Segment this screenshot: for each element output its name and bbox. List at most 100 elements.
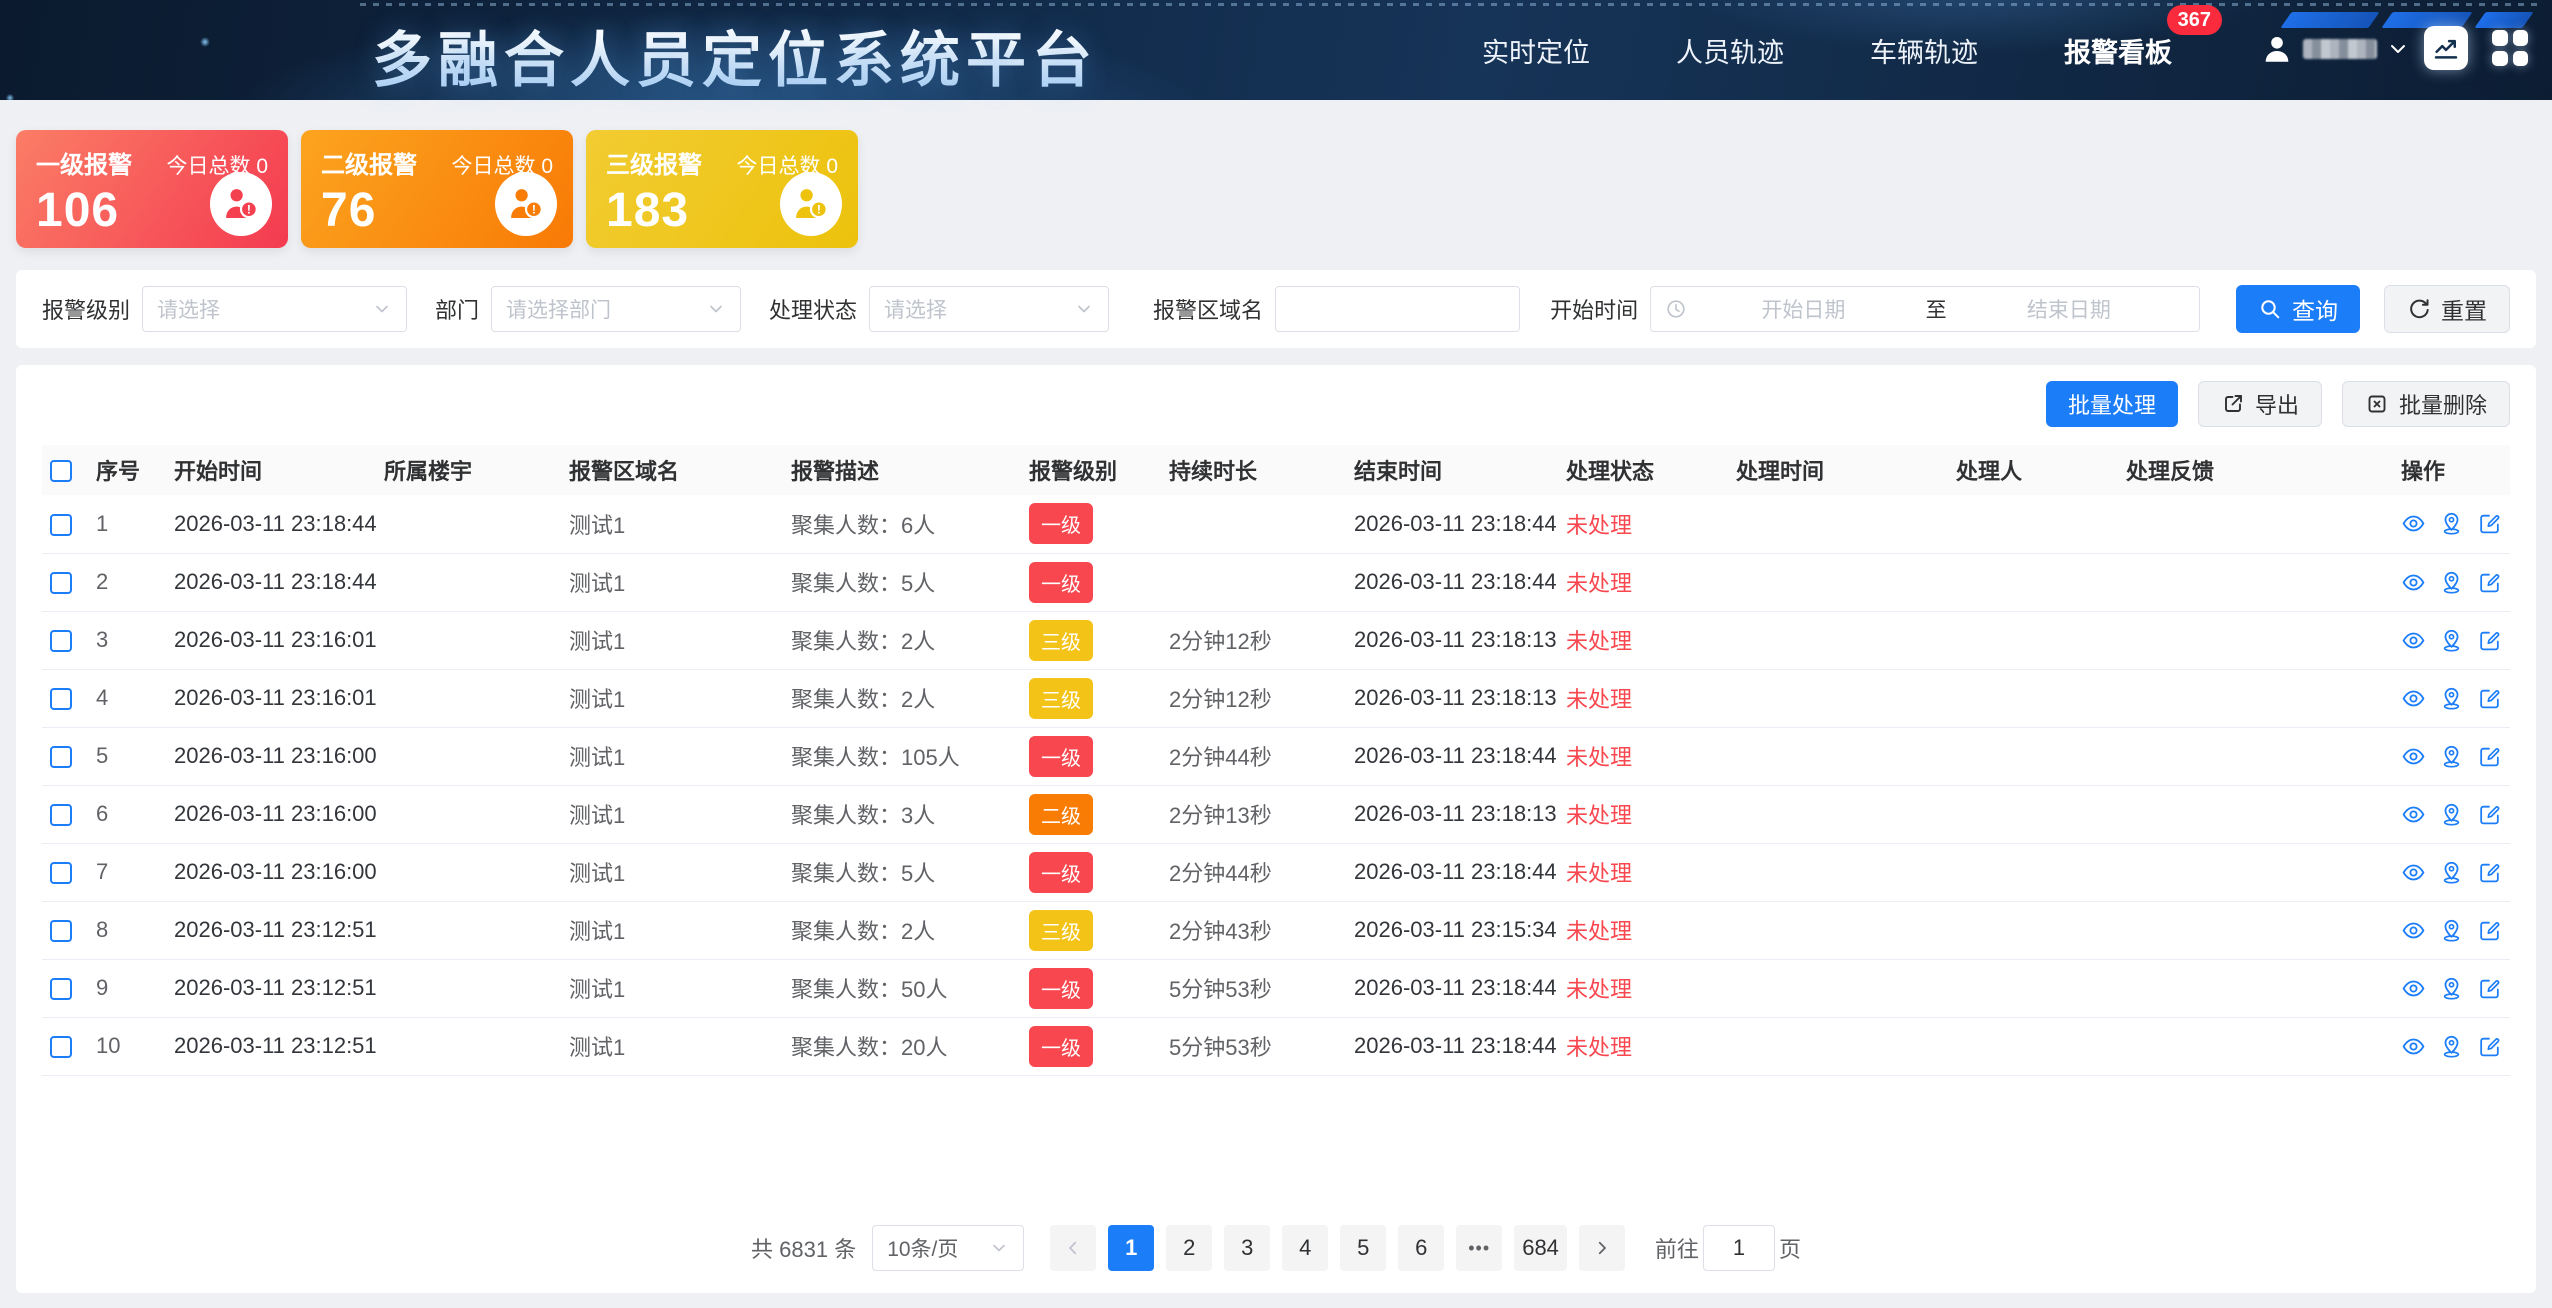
edit-icon[interactable] xyxy=(2477,569,2502,596)
pager-ellipsis[interactable]: ••• xyxy=(1456,1225,1502,1271)
handle-status-select[interactable]: 请选择 xyxy=(869,286,1109,332)
cell-actions xyxy=(2393,495,2510,553)
cell-checkbox xyxy=(42,553,88,611)
cell-index: 1 xyxy=(88,495,166,553)
batch-handle-button[interactable]: 批量处理 xyxy=(2046,381,2178,427)
cell-desc: 聚集人数：6人 xyxy=(783,495,1021,553)
cell-end-time: 2026-03-11 23:18:44 xyxy=(1346,553,1558,611)
edit-icon[interactable] xyxy=(2477,1033,2502,1060)
page-button-6[interactable]: 6 xyxy=(1398,1225,1444,1271)
location-icon[interactable] xyxy=(2439,569,2464,596)
location-icon[interactable] xyxy=(2439,743,2464,770)
cell-feedback xyxy=(2118,1017,2393,1075)
location-icon[interactable] xyxy=(2439,917,2464,944)
reset-button[interactable]: 重置 xyxy=(2384,285,2510,333)
location-icon[interactable] xyxy=(2439,801,2464,828)
page-button-5[interactable]: 5 xyxy=(1340,1225,1386,1271)
eye-icon[interactable] xyxy=(2401,859,2426,886)
cell-handle-time xyxy=(1728,1017,1948,1075)
row-checkbox[interactable] xyxy=(50,862,72,884)
select-all-checkbox[interactable] xyxy=(50,460,72,482)
area-name-input[interactable] xyxy=(1275,286,1520,332)
page-button-2[interactable]: 2 xyxy=(1166,1225,1212,1271)
eye-icon[interactable] xyxy=(2401,917,2426,944)
apps-grid-icon[interactable] xyxy=(2488,26,2532,70)
cell-index: 6 xyxy=(88,785,166,843)
alarm-level-select[interactable]: 请选择 xyxy=(142,286,407,332)
cell-status: 未处理 xyxy=(1558,611,1728,669)
eye-icon[interactable] xyxy=(2401,685,2426,712)
cell-area: 测试1 xyxy=(561,843,783,901)
cell-end-time: 2026-03-11 23:18:13 xyxy=(1346,611,1558,669)
row-checkbox[interactable] xyxy=(50,804,72,826)
eye-icon[interactable] xyxy=(2401,801,2426,828)
cell-actions xyxy=(2393,1017,2510,1075)
row-checkbox[interactable] xyxy=(50,514,72,536)
edit-icon[interactable] xyxy=(2477,975,2502,1002)
monitor-chart-icon[interactable] xyxy=(2424,26,2468,70)
edit-icon[interactable] xyxy=(2477,801,2502,828)
page-size-select[interactable]: 10条/页 xyxy=(872,1225,1024,1271)
edit-icon[interactable] xyxy=(2477,627,2502,654)
goto-page-input[interactable] xyxy=(1703,1225,1775,1271)
eye-icon[interactable] xyxy=(2401,510,2426,537)
location-icon[interactable] xyxy=(2439,1033,2464,1060)
edit-icon[interactable] xyxy=(2477,685,2502,712)
start-time-label: 开始时间 xyxy=(1550,293,1638,325)
date-range-picker[interactable]: 开始日期 至 结束日期 xyxy=(1650,286,2200,332)
page-button-4[interactable]: 4 xyxy=(1282,1225,1328,1271)
row-checkbox[interactable] xyxy=(50,746,72,768)
location-icon[interactable] xyxy=(2439,627,2464,654)
cell-building xyxy=(376,553,561,611)
search-button[interactable]: 查询 xyxy=(2236,285,2360,333)
date-separator: 至 xyxy=(1920,294,1953,324)
edit-icon[interactable] xyxy=(2477,859,2502,886)
chevron-right-icon xyxy=(1593,1239,1611,1257)
row-checkbox[interactable] xyxy=(50,572,72,594)
location-icon[interactable] xyxy=(2439,510,2464,537)
page-button-1[interactable]: 1 xyxy=(1108,1225,1154,1271)
export-button[interactable]: 导出 xyxy=(2198,381,2322,427)
edit-icon[interactable] xyxy=(2477,917,2502,944)
cell-handler xyxy=(1948,669,2118,727)
nav-item-vehicle-track[interactable]: 车辆轨迹 xyxy=(1870,31,1978,70)
department-select[interactable]: 请选择部门 xyxy=(491,286,741,332)
location-icon[interactable] xyxy=(2439,975,2464,1002)
pagination: 共 6831 条 10条/页 123456•••684 前往 页 xyxy=(16,1225,2536,1271)
filter-panel: 报警级别 请选择 部门 请选择部门 处理状态 请选择 报警区域名 开始时间 开始… xyxy=(16,270,2536,348)
nav-item-alarm-board[interactable]: 报警看板 367 xyxy=(2064,31,2172,70)
card-count: 76 xyxy=(321,183,376,238)
alarm-table: 序号 开始时间 所属楼宇 报警区域名 报警描述 报警级别 持续时长 结束时间 处… xyxy=(42,445,2510,1076)
nav-item-person-track[interactable]: 人员轨迹 xyxy=(1676,31,1784,70)
row-checkbox[interactable] xyxy=(50,688,72,710)
cell-start-time: 2026-03-11 23:16:00 xyxy=(166,727,376,785)
nav-item-realtime[interactable]: 实时定位 xyxy=(1482,31,1590,70)
batch-delete-button[interactable]: 批量删除 xyxy=(2342,381,2510,427)
location-icon[interactable] xyxy=(2439,685,2464,712)
cell-feedback xyxy=(2118,959,2393,1017)
cell-level: 一级 xyxy=(1021,843,1161,901)
row-checkbox[interactable] xyxy=(50,978,72,1000)
location-icon[interactable] xyxy=(2439,859,2464,886)
row-checkbox[interactable] xyxy=(50,1036,72,1058)
cell-checkbox xyxy=(42,495,88,553)
next-page-button[interactable] xyxy=(1579,1225,1625,1271)
eye-icon[interactable] xyxy=(2401,569,2426,596)
refresh-icon xyxy=(2407,297,2431,321)
row-checkbox[interactable] xyxy=(50,630,72,652)
cell-start-time: 2026-03-11 23:12:51 xyxy=(166,959,376,1017)
cell-handle-time xyxy=(1728,669,1948,727)
eye-icon[interactable] xyxy=(2401,743,2426,770)
prev-page-button[interactable] xyxy=(1050,1225,1096,1271)
edit-icon[interactable] xyxy=(2477,743,2502,770)
eye-icon[interactable] xyxy=(2401,1033,2426,1060)
user-menu[interactable] xyxy=(2260,32,2410,66)
edit-icon[interactable] xyxy=(2477,510,2502,537)
row-checkbox[interactable] xyxy=(50,920,72,942)
eye-icon[interactable] xyxy=(2401,627,2426,654)
eye-icon[interactable] xyxy=(2401,975,2426,1002)
svg-text:!: ! xyxy=(247,203,251,217)
cell-status: 未处理 xyxy=(1558,1017,1728,1075)
page-button-684[interactable]: 684 xyxy=(1514,1225,1567,1271)
page-button-3[interactable]: 3 xyxy=(1224,1225,1270,1271)
